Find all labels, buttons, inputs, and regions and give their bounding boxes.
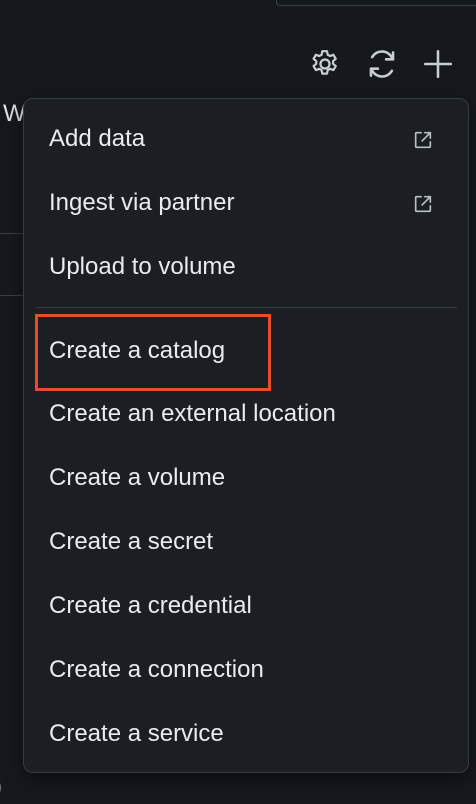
menu-item-create-catalog[interactable]: Create a catalog (24, 319, 468, 383)
menu-item-create-service[interactable]: Create a service (24, 702, 468, 766)
add-button[interactable] (419, 44, 457, 84)
menu-item-label: Ingest via partner (49, 189, 235, 216)
menu-item-label: Create a volume (49, 464, 226, 491)
scrollbar-thumb[interactable] (276, 0, 476, 6)
menu-item-create-volume[interactable]: Create a volume (24, 446, 468, 510)
menu-item-label: Add data (49, 125, 146, 152)
menu-item-ingest-via-partner[interactable]: Ingest via partner (24, 171, 468, 235)
background-text-fragment: ) (0, 773, 2, 801)
menu-item-create-connection[interactable]: Create a connection (24, 638, 468, 702)
menu-item-create-credential[interactable]: Create a credential (24, 574, 468, 638)
menu-item-label: Create an external location (49, 400, 336, 427)
gear-icon (308, 47, 342, 81)
menu-item-upload-to-volume[interactable]: Upload to volume (24, 235, 468, 299)
menu-item-label: Create a service (49, 720, 224, 747)
menu-item-create-external-location[interactable]: Create an external location (24, 382, 468, 446)
menu-item-label: Upload to volume (49, 253, 236, 280)
refresh-button[interactable] (363, 44, 401, 84)
plus-icon (421, 47, 455, 81)
menu-item-label: Create a secret (49, 528, 214, 555)
refresh-icon (365, 47, 399, 81)
menu-item-label: Create a connection (49, 656, 264, 683)
add-menu: Add data Ingest via partner Upload to vo… (23, 98, 469, 773)
menu-divider (36, 307, 457, 308)
external-link-icon (412, 193, 434, 220)
page: W ) Add data Ingest via partner (0, 0, 476, 804)
top-scroll-strip (0, 0, 476, 6)
settings-button[interactable] (306, 44, 344, 84)
menu-item-add-data[interactable]: Add data (24, 107, 468, 171)
external-link-icon (412, 129, 434, 156)
menu-item-create-secret[interactable]: Create a secret (24, 510, 468, 574)
menu-item-label: Create a catalog (49, 337, 226, 364)
menu-item-label: Create a credential (49, 592, 252, 619)
